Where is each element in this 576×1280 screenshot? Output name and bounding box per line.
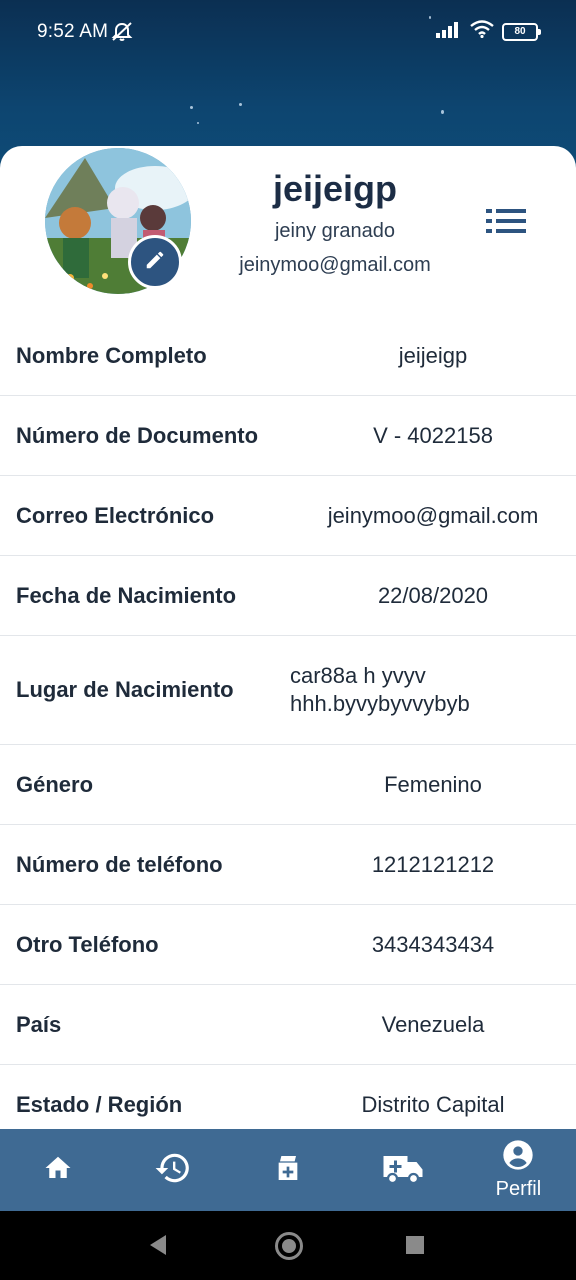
profile-email: jeinymoo@gmail.com <box>239 254 431 276</box>
field-label: Lugar de Nacimiento <box>16 677 234 702</box>
battery-icon: 80 <box>502 23 541 41</box>
field-row-phone: Número de teléfono 1212121212 <box>0 825 576 905</box>
field-label: Correo Electrónico <box>16 502 215 528</box>
edit-avatar-button[interactable] <box>128 235 182 289</box>
home-icon <box>42 1153 74 1188</box>
mute-icon <box>111 22 133 48</box>
list-icon <box>484 209 528 240</box>
field-row-gender: Género Femenino <box>0 745 576 825</box>
avatar-container <box>45 148 191 294</box>
field-row-birth-place: Lugar de Nacimiento car88a h yvyv hhh.by… <box>0 636 576 745</box>
field-row-email: Correo Electrónico jeinymoo@gmail.com <box>0 476 576 556</box>
field-value: 1212121212 <box>371 851 495 877</box>
field-row-state: Estado / Región Distrito Capital <box>0 1065 576 1130</box>
field-value: Venezuela <box>381 1011 485 1037</box>
home-circle-icon[interactable] <box>275 1232 303 1260</box>
nav-history[interactable] <box>115 1129 230 1211</box>
back-icon[interactable] <box>150 1235 166 1255</box>
field-label: País <box>16 1011 62 1037</box>
field-label: Género <box>16 771 94 797</box>
field-label: Nombre Completo <box>16 342 207 368</box>
ambulance-icon <box>380 1150 426 1191</box>
nav-ambulance[interactable] <box>346 1129 461 1211</box>
field-row-document-number: Número de Documento V - 4022158 <box>0 396 576 476</box>
field-label: Número de teléfono <box>16 851 223 877</box>
history-icon <box>154 1149 192 1192</box>
nav-profile[interactable]: Perfil <box>461 1129 576 1211</box>
field-label: Otro Teléfono <box>16 931 159 957</box>
field-value: jeinymoo@gmail.com <box>327 502 539 528</box>
field-row-full-name: Nombre Completo jeijeigp <box>0 316 576 396</box>
field-row-other-phone: Otro Teléfono 3434343434 <box>0 905 576 985</box>
system-navigation-bar <box>0 1211 576 1280</box>
field-label: Fecha de Nacimiento <box>16 582 237 608</box>
nav-profile-label: Perfil <box>495 1178 542 1200</box>
profile-username: jeijeigp <box>272 168 398 209</box>
field-label: Estado / Región <box>16 1091 183 1117</box>
field-row-country: País Venezuela <box>0 985 576 1065</box>
status-time: 9:52 AM <box>37 21 109 42</box>
nav-home[interactable] <box>0 1129 115 1211</box>
field-value: 22/08/2020 <box>377 582 489 608</box>
signal-icon <box>436 20 462 44</box>
account-circle-icon <box>502 1139 534 1176</box>
field-value: 3434343434 <box>371 931 495 957</box>
field-label: Número de Documento <box>16 422 259 448</box>
wifi-icon <box>470 20 494 44</box>
pencil-icon <box>144 249 166 276</box>
profile-full-name: jeiny granado <box>274 220 396 242</box>
nav-medical[interactable] <box>230 1129 345 1211</box>
field-value: V - 4022158 <box>373 422 493 448</box>
field-value: Femenino <box>384 771 482 797</box>
field-value: car88a h yvyv hhh.byvybyvvybyb <box>290 663 470 716</box>
profile-card: jeijeigp jeiny granado jeinymoo@gmail.co… <box>0 146 576 1130</box>
profile-fields: Nombre Completo jeijeigp Número de Docum… <box>0 316 576 1130</box>
menu-button[interactable] <box>484 206 528 236</box>
field-value: jeijeigp <box>398 342 468 368</box>
medical-bag-icon <box>272 1152 304 1189</box>
field-row-birth-date: Fecha de Nacimiento 22/08/2020 <box>0 556 576 636</box>
field-value: Distrito Capital <box>361 1091 505 1117</box>
status-bar: 9:52 AM 80 <box>0 0 576 64</box>
recent-apps-icon[interactable] <box>406 1236 424 1254</box>
bottom-navigation: Perfil <box>0 1129 576 1211</box>
